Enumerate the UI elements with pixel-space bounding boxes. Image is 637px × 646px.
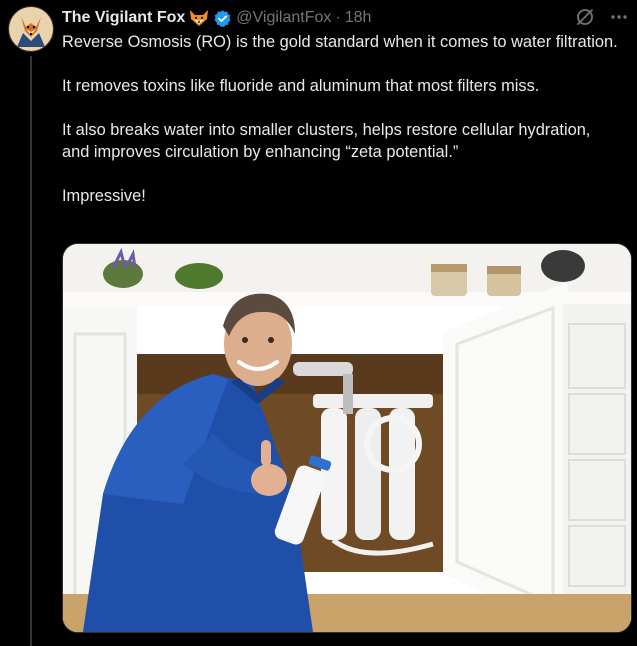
handle[interactable]: @VigilantFox [236,9,331,27]
fox-face-icon [189,9,209,27]
thread-line [30,56,32,646]
grok-icon[interactable] [575,7,595,32]
fox-avatar[interactable] [8,6,54,52]
tweet-photo[interactable] [62,243,632,633]
separator-dot: · [335,9,341,26]
tweet-paragraph: It also breaks water into smaller cluste… [62,121,591,161]
display-name[interactable]: The Vigilant Fox [62,9,185,27]
tweet[interactable]: The Vigilant Fox @VigilantFox · 18h Reve… [0,0,637,646]
tweet-paragraph: Reverse Osmosis (RO) is the gold standar… [62,33,618,51]
tweet-text: Reverse Osmosis (RO) is the gold standar… [62,31,622,229]
tweet-header: The Vigilant Fox @VigilantFox · 18h [62,7,371,29]
avatar-column [8,6,54,52]
verified-badge-icon[interactable] [213,9,232,28]
more-options-icon[interactable] [609,7,629,32]
tweet-paragraph: It removes toxins like fluoride and alum… [62,77,540,95]
top-actions [575,7,629,32]
tweet-paragraph: Impressive! [62,187,146,205]
timestamp[interactable]: 18h [345,9,372,27]
